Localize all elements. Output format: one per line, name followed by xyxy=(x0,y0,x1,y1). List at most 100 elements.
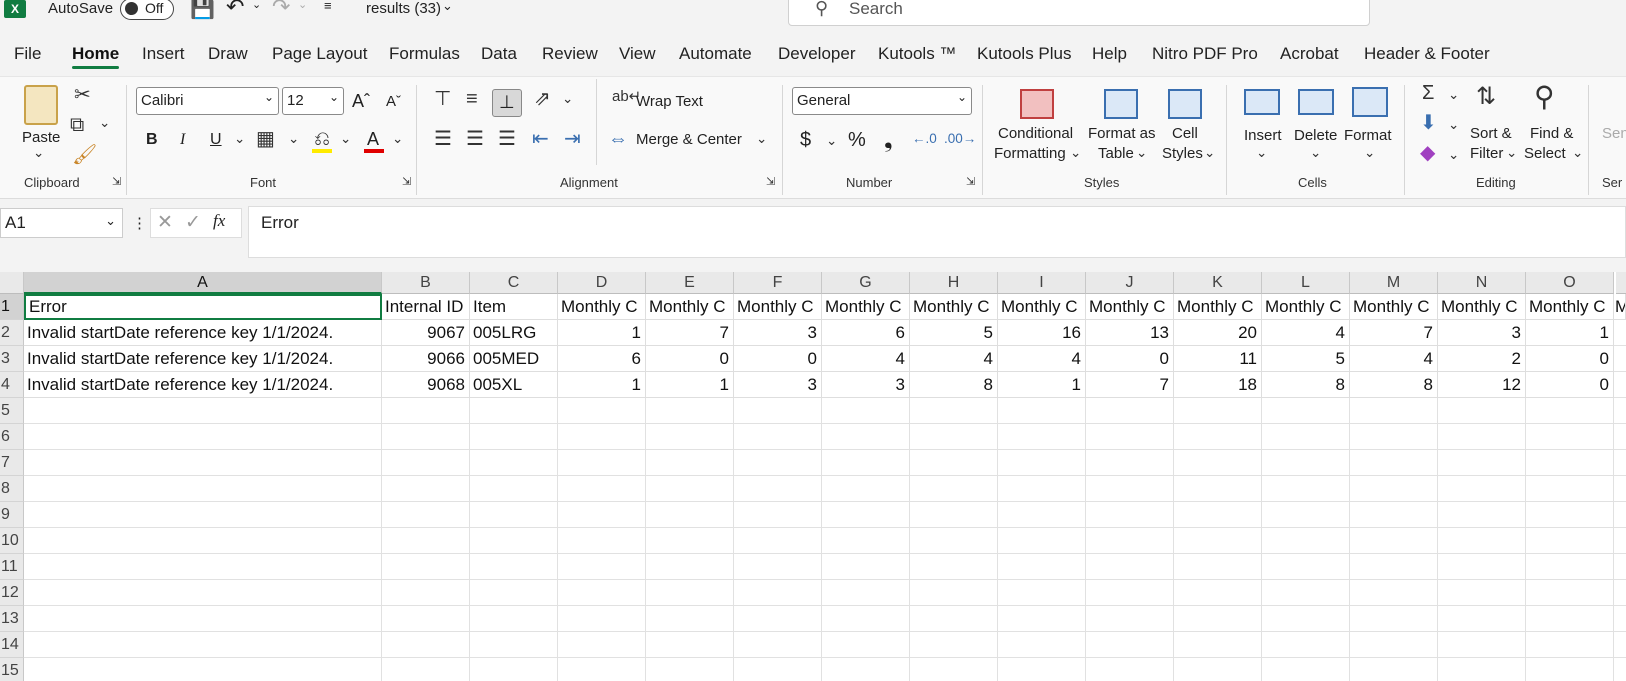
cell-c2[interactable]: 005LRG xyxy=(470,320,558,346)
copy-icon[interactable]: ⧉ xyxy=(70,115,84,135)
column-header-g[interactable]: G xyxy=(822,272,910,294)
cell-o3[interactable]: 0 xyxy=(1526,346,1614,372)
font-color-dropdown-icon[interactable]: ⌄ xyxy=(392,131,403,147)
wrap-text-button[interactable]: Wrap Text xyxy=(636,93,703,110)
row-header-5[interactable]: 5 xyxy=(0,398,24,424)
cell-i3[interactable]: 4 xyxy=(998,346,1086,372)
tab-data[interactable]: Data xyxy=(481,44,517,64)
cell-m1[interactable]: Monthly C xyxy=(1350,294,1438,320)
format-as-table-line2[interactable]: Table xyxy=(1098,145,1134,162)
currency-button[interactable]: $ xyxy=(800,129,811,152)
sensitivity-button[interactable]: Sen xyxy=(1602,125,1626,142)
cell-b3[interactable]: 9066 xyxy=(382,346,470,372)
row-header-10[interactable]: 10 xyxy=(0,528,24,554)
autosum-dropdown-icon[interactable]: ⌄ xyxy=(1448,87,1459,103)
tab-nitro-pdf-pro[interactable]: Nitro PDF Pro xyxy=(1152,44,1258,64)
conditional-formatting-line1[interactable]: Conditional xyxy=(998,125,1073,142)
formula-input[interactable]: Error xyxy=(248,206,1626,258)
save-icon[interactable]: 💾 xyxy=(190,0,215,21)
fill-color-dropdown-icon[interactable]: ⌄ xyxy=(340,131,351,147)
delete-dropdown-icon[interactable]: ⌄ xyxy=(1310,145,1321,161)
cell-d3[interactable]: 6 xyxy=(558,346,646,372)
cell-b1[interactable]: Internal ID xyxy=(382,294,470,320)
autosum-icon[interactable]: Σ xyxy=(1422,83,1434,103)
column-header-o[interactable]: O xyxy=(1526,272,1614,294)
undo-dropdown-icon[interactable]: ⌄ xyxy=(252,0,261,11)
cell-f3[interactable]: 0 xyxy=(734,346,822,372)
cell-m3[interactable]: 4 xyxy=(1350,346,1438,372)
sort-filter-line2[interactable]: Filter xyxy=(1470,145,1503,162)
format-dropdown-icon[interactable]: ⌄ xyxy=(1364,145,1375,161)
cell-l2[interactable]: 4 xyxy=(1262,320,1350,346)
insert-function-icon[interactable]: fx xyxy=(213,211,225,231)
cell-d2[interactable]: 1 xyxy=(558,320,646,346)
cell-n4[interactable]: 12 xyxy=(1438,372,1526,398)
bottom-align-button[interactable]: ⊥ xyxy=(492,89,522,117)
italic-button[interactable]: I xyxy=(180,131,185,149)
cell-k3[interactable]: 11 xyxy=(1174,346,1262,372)
column-header-l[interactable]: L xyxy=(1262,272,1350,294)
alignment-launcher-icon[interactable]: ⇲ xyxy=(766,175,775,188)
tab-file[interactable]: File xyxy=(14,44,41,64)
cell-d1[interactable]: Monthly C xyxy=(558,294,646,320)
row-header-11[interactable]: 11 xyxy=(0,554,24,580)
cell-i4[interactable]: 1 xyxy=(998,372,1086,398)
more-options-icon[interactable]: ⋮ xyxy=(132,214,147,232)
cell-o4[interactable]: 0 xyxy=(1526,372,1614,398)
find-select-dropdown-icon[interactable]: ⌄ xyxy=(1572,145,1583,161)
decrease-font-size-icon[interactable]: Aˇ xyxy=(386,93,401,110)
column-header-m[interactable]: M xyxy=(1350,272,1438,294)
column-header-p[interactable] xyxy=(1616,272,1626,294)
tab-developer[interactable]: Developer xyxy=(778,44,856,64)
row-header-6[interactable]: 6 xyxy=(0,424,24,450)
underline-button[interactable]: U xyxy=(210,131,222,149)
borders-dropdown-icon[interactable]: ⌄ xyxy=(288,131,299,147)
row-header-12[interactable]: 12 xyxy=(0,580,24,606)
cell-j2[interactable]: 13 xyxy=(1086,320,1174,346)
cell-k1[interactable]: Monthly C xyxy=(1174,294,1262,320)
cell-a2[interactable]: Invalid startDate reference key 1/1/2024… xyxy=(24,320,382,346)
percent-button[interactable]: % xyxy=(848,129,866,152)
paste-button[interactable]: Paste xyxy=(22,129,60,146)
format-as-table-dropdown-icon[interactable]: ⌄ xyxy=(1136,145,1147,161)
cell-c4[interactable]: 005XL xyxy=(470,372,558,398)
cell-l1[interactable]: Monthly C xyxy=(1262,294,1350,320)
cell-j1[interactable]: Monthly C xyxy=(1086,294,1174,320)
column-header-b[interactable]: B xyxy=(382,272,470,294)
cell-b4[interactable]: 9068 xyxy=(382,372,470,398)
tab-automate[interactable]: Automate xyxy=(679,44,752,64)
merge-center-button[interactable]: Merge & Center xyxy=(636,131,742,148)
tab-kutools-plus[interactable]: Kutools Plus xyxy=(977,44,1072,64)
fill-color-icon[interactable]: ⎌ xyxy=(314,129,330,149)
underline-dropdown-icon[interactable]: ⌄ xyxy=(234,131,245,147)
merge-dropdown-icon[interactable]: ⌄ xyxy=(756,131,767,147)
cell-k4[interactable]: 18 xyxy=(1174,372,1262,398)
cell-f4[interactable]: 3 xyxy=(734,372,822,398)
conditional-formatting-line2[interactable]: Formatting xyxy=(994,145,1066,162)
search-box[interactable]: ⚲ Search xyxy=(788,0,1370,26)
tab-view[interactable]: View xyxy=(619,44,656,64)
row-header-3[interactable]: 3 xyxy=(0,346,24,372)
cancel-icon[interactable]: ✕ xyxy=(157,211,173,234)
cell-h4[interactable]: 8 xyxy=(910,372,998,398)
column-header-n[interactable]: N xyxy=(1438,272,1526,294)
cell-i2[interactable]: 16 xyxy=(998,320,1086,346)
cell-n3[interactable]: 2 xyxy=(1438,346,1526,372)
find-select-line2[interactable]: Select xyxy=(1524,145,1566,162)
find-select-line1[interactable]: Find & xyxy=(1530,125,1573,142)
clipboard-launcher-icon[interactable]: ⇲ xyxy=(112,175,121,188)
align-center-icon[interactable]: ☰ xyxy=(466,129,484,149)
middle-align-icon[interactable]: ≡ xyxy=(466,89,478,109)
comma-style-button[interactable]: ❟ xyxy=(884,127,893,153)
row-header-4[interactable]: 4 xyxy=(0,372,24,398)
row-header-14[interactable]: 14 xyxy=(0,632,24,658)
cell-f2[interactable]: 3 xyxy=(734,320,822,346)
cell-b2[interactable]: 9067 xyxy=(382,320,470,346)
cell-e1[interactable]: Monthly C xyxy=(646,294,734,320)
row-header-15[interactable]: 15 xyxy=(0,658,24,681)
number-format-dropdown[interactable]: General ⌄ xyxy=(792,87,972,115)
column-header-f[interactable]: F xyxy=(734,272,822,294)
cell-k2[interactable]: 20 xyxy=(1174,320,1262,346)
cell-g1[interactable]: Monthly C xyxy=(822,294,910,320)
currency-dropdown-icon[interactable]: ⌄ xyxy=(826,133,837,149)
